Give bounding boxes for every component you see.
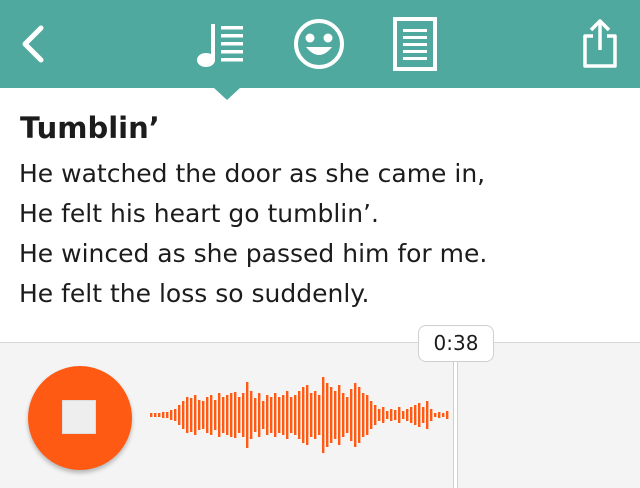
waveform-bar	[262, 401, 265, 429]
waveform-bar	[246, 382, 249, 448]
stop-recording-button[interactable]	[28, 366, 132, 470]
waveform-bar	[222, 397, 225, 433]
lyric-line: He watched the door as she came in,	[19, 159, 486, 188]
waveform-bar	[358, 387, 361, 443]
waveform-bar	[218, 393, 221, 437]
waveform-bar	[330, 387, 333, 443]
document-icon	[393, 17, 437, 71]
waveform-bar	[310, 393, 313, 437]
waveform-bar	[426, 401, 429, 429]
waveform-bar	[158, 413, 161, 417]
waveform-bar	[182, 401, 185, 429]
back-button[interactable]	[8, 0, 56, 88]
waveform-bar	[170, 410, 173, 420]
waveform-bar	[430, 409, 433, 421]
waveform-bar	[226, 395, 229, 435]
playhead[interactable]	[453, 356, 458, 488]
waveform-bar	[314, 391, 317, 439]
waveform-bar	[370, 401, 373, 429]
waveform-bar	[322, 377, 325, 453]
waveform-bar	[282, 395, 285, 435]
waveform-bar	[390, 409, 393, 421]
waveform-bar	[278, 397, 281, 433]
waveform-bar	[354, 383, 357, 447]
waveform-bar	[198, 400, 201, 430]
selected-tab-indicator	[214, 88, 240, 100]
waveform-bar	[206, 397, 209, 433]
waveform-bar	[406, 409, 409, 421]
lyric-line: He felt the loss so suddenly.	[19, 279, 370, 308]
waveform-bar	[422, 407, 425, 423]
waveform-bar	[442, 413, 445, 417]
waveform-bar	[270, 397, 273, 433]
waveform-bar	[418, 403, 421, 427]
share-button[interactable]	[570, 0, 630, 88]
waveform-bar	[378, 409, 381, 421]
audio-waveform	[150, 377, 449, 453]
lyrics-text[interactable]: He watched the door as she came in, He f…	[19, 154, 487, 314]
waveform-bar	[166, 412, 169, 418]
waveform-bar	[318, 395, 321, 435]
top-bar	[0, 0, 640, 88]
waveform-bar	[154, 413, 157, 417]
waveform-bar	[350, 389, 353, 441]
waveform-bar	[402, 411, 405, 419]
waveform-bar	[410, 407, 413, 423]
music-lyrics-icon	[197, 24, 243, 67]
waveform-bar	[338, 385, 341, 445]
waveform-bar	[346, 397, 349, 433]
waveform-bar	[150, 413, 153, 417]
chevron-left-icon	[22, 25, 44, 63]
waveform-bar	[238, 397, 241, 433]
waveform-bar	[214, 400, 217, 430]
waveform-bar	[294, 395, 297, 435]
waveform-bar	[366, 395, 369, 435]
waveform-bar	[382, 407, 385, 423]
waveform-bar	[298, 391, 301, 439]
waveform-bar	[398, 407, 401, 423]
waveform-bar	[234, 392, 237, 438]
lyric-line: He felt his heart go tumblin’.	[19, 199, 379, 228]
waveform-bar	[250, 391, 253, 439]
waveform-bar	[362, 393, 365, 437]
waveform-bar	[438, 412, 441, 418]
waveform-bar	[414, 405, 417, 425]
tab-notes[interactable]	[380, 0, 450, 88]
waveform-bar	[266, 395, 269, 435]
lyric-line: He winced as she passed him for me.	[19, 239, 488, 268]
waveform-bar	[190, 398, 193, 432]
recording-time: 0:38	[418, 325, 494, 362]
waveform-bar	[302, 387, 305, 443]
waveform-bar	[174, 409, 177, 421]
waveform-bar	[326, 383, 329, 447]
waveform-bar	[178, 405, 181, 425]
waveform-bar	[290, 397, 293, 433]
waveform-bar	[202, 401, 205, 429]
waveform-bar	[334, 391, 337, 439]
waveform-bar	[342, 393, 345, 437]
smiley-face-icon	[294, 19, 344, 69]
waveform-bar	[242, 393, 245, 437]
waveform-bar	[194, 395, 197, 435]
waveform-bar	[254, 398, 257, 432]
stop-icon	[62, 400, 96, 434]
waveform-bar	[274, 393, 277, 437]
waveform-bar	[434, 413, 437, 417]
waveform-bar	[386, 411, 389, 419]
waveform-bar	[186, 397, 189, 433]
waveform-bar	[306, 385, 309, 445]
tab-lyrics[interactable]	[186, 0, 256, 88]
share-icon	[583, 19, 617, 68]
waveform-bar	[210, 395, 213, 435]
tab-emoji[interactable]	[284, 0, 354, 88]
waveform-bar	[258, 393, 261, 437]
waveform-bar	[286, 391, 289, 439]
waveform-bar	[446, 411, 449, 419]
waveform-bar	[394, 410, 397, 420]
waveform-bar	[162, 412, 165, 418]
song-title: Tumblin’	[20, 111, 160, 145]
waveform-bar	[230, 393, 233, 437]
waveform-bar	[374, 405, 377, 425]
